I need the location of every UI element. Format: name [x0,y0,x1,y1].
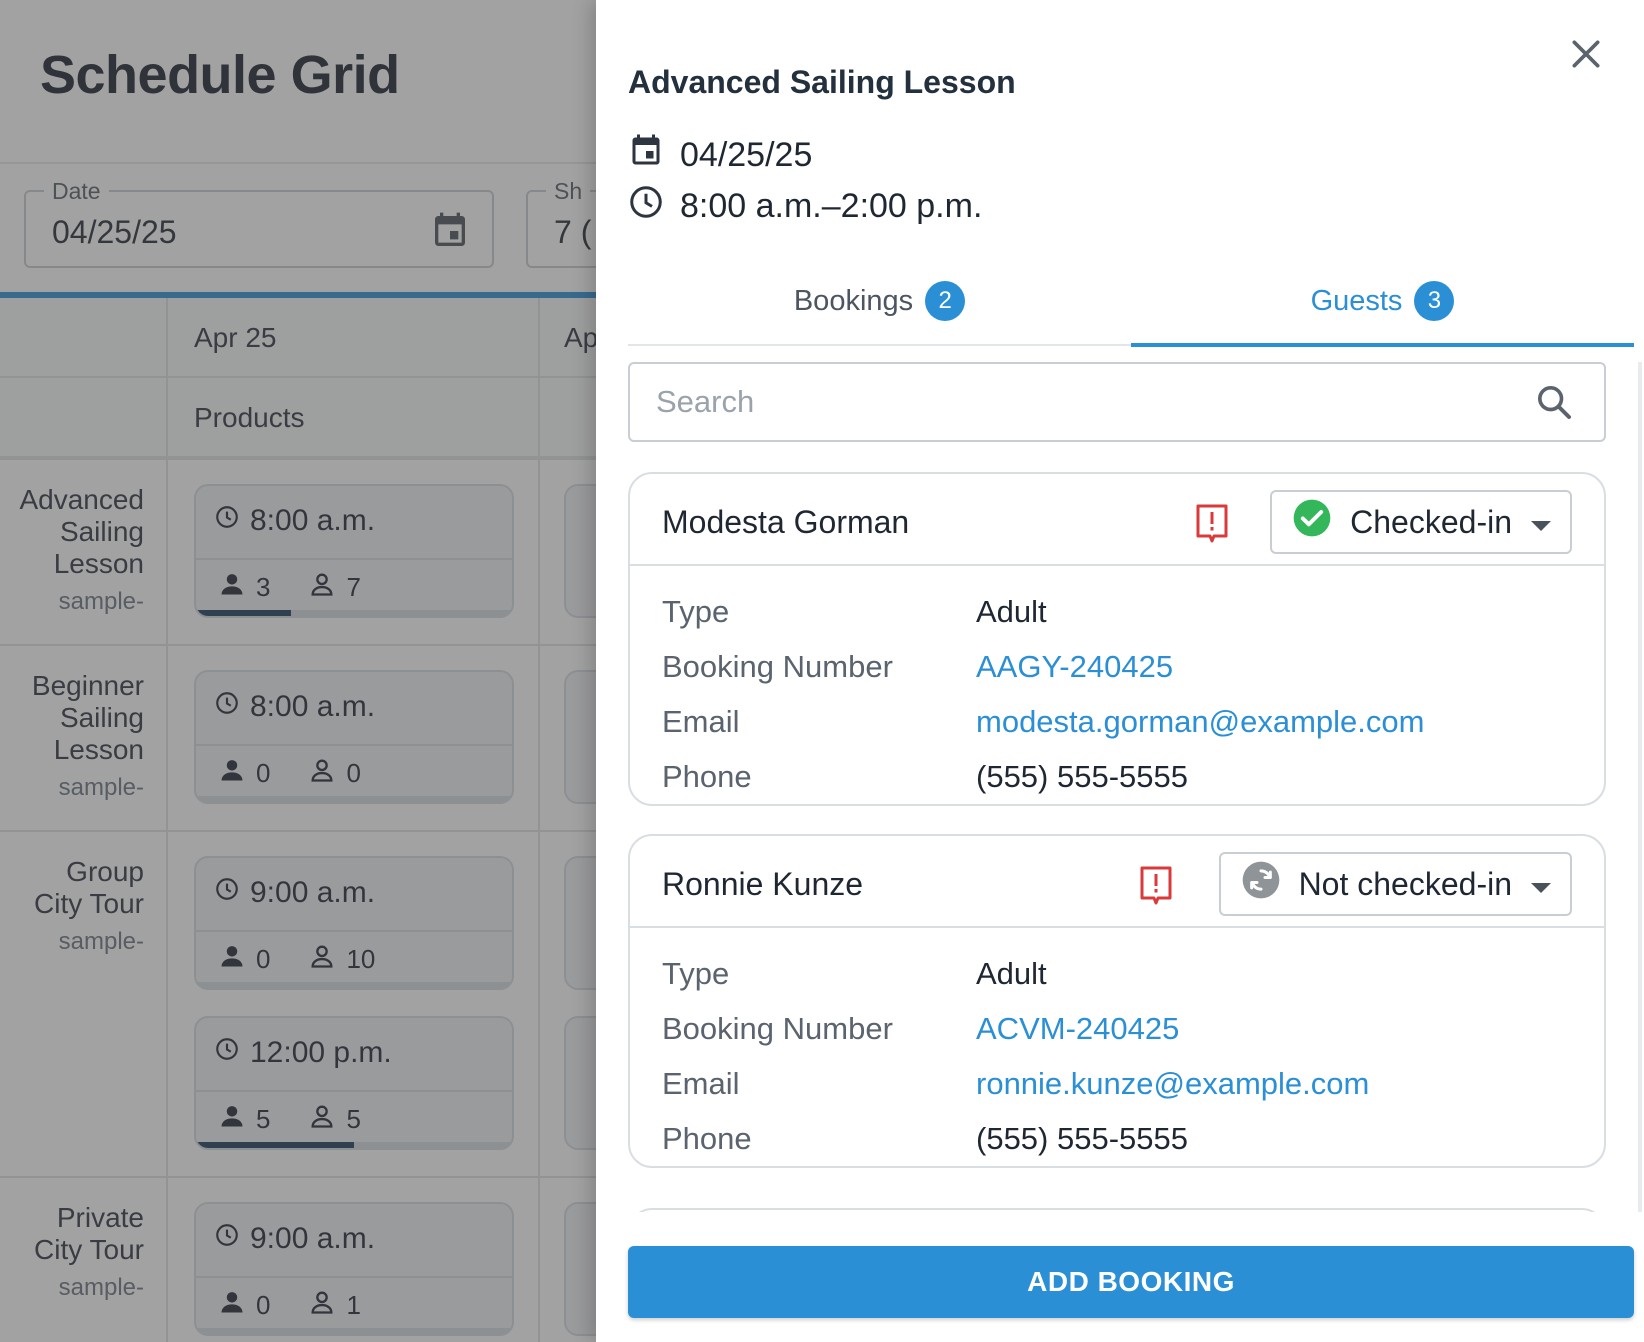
drawer-footer: ADD BOOKING [596,1212,1644,1342]
guest-name: Modesta Gorman [662,504,910,540]
calendar-icon [628,132,664,179]
search-input[interactable] [656,380,1516,424]
guest-card-header: Modesta Gorman Checked-in [630,474,1604,566]
drawer-tabs: Bookings 2 Guests 3 [628,258,1634,347]
slot-time-text: 8:00 a.m.–2:00 p.m. [680,187,983,225]
field-label: Type [662,594,730,629]
tab-label: Guests [1310,284,1403,317]
check-circle-icon [1292,498,1332,546]
guest-card: Ronnie Kunze Not checked-in Type Adult B… [628,834,1606,1168]
clock-icon [628,184,664,229]
scrollbar[interactable] [1638,362,1642,1212]
guest-card-header: Ronnie Kunze Not checked-in [630,836,1604,928]
booking-number-link[interactable]: ACVM-240425 [976,1011,1179,1047]
field-label: Phone [662,1121,752,1156]
checkin-status-select[interactable]: Not checked-in [1218,852,1572,916]
tab-guests[interactable]: Guests 3 [1131,258,1634,344]
tab-label: Bookings [793,284,914,317]
email-link[interactable]: ronnie.kunze@example.com [976,1066,1369,1102]
chevron-down-icon [1530,866,1552,903]
search-icon[interactable] [1534,382,1574,427]
field-label: Booking Number [662,649,893,684]
status-label: Not checked-in [1298,865,1512,902]
count-badge: 3 [1414,281,1455,321]
field-label: Email [662,1066,740,1101]
status-label: Checked-in [1350,503,1512,540]
guest-search [628,362,1606,442]
alert-icon[interactable] [1136,862,1176,906]
field-label: Booking Number [662,1011,893,1046]
field-label: Type [662,956,730,991]
tab-bookings[interactable]: Bookings 2 [628,258,1131,344]
field-label: Phone [662,759,752,794]
guest-name: Ronnie Kunze [662,866,864,902]
slot-time-range: 8:00 a.m.–2:00 p.m. [628,184,982,229]
add-booking-button[interactable]: ADD BOOKING [628,1246,1634,1318]
alert-icon[interactable] [1192,500,1232,544]
booking-number-link[interactable]: AAGY-240425 [976,649,1173,685]
active-tab-indicator [1131,343,1634,347]
close-icon[interactable] [1566,34,1606,74]
slot-date-text: 04/25/25 [680,136,813,174]
email-link[interactable]: modesta.gorman@example.com [976,704,1424,740]
guest-type: Adult [976,956,1047,991]
guest-phone: (555) 555-5555 [976,1121,1188,1156]
guest-card: Modesta Gorman Checked-in Type Adult Boo… [628,472,1606,806]
sync-icon [1241,860,1281,908]
field-label: Email [662,704,740,739]
guest-phone: (555) 555-5555 [976,759,1188,794]
slot-details-drawer: Advanced Sailing Lesson 04/25/25 8:00 a.… [596,0,1644,1342]
checkin-status-select[interactable]: Checked-in [1270,490,1572,554]
chevron-down-icon [1530,504,1552,541]
slot-date: 04/25/25 [628,132,812,179]
drawer-title: Advanced Sailing Lesson [628,64,1016,100]
count-badge: 2 [925,281,966,321]
guest-type: Adult [976,594,1047,629]
